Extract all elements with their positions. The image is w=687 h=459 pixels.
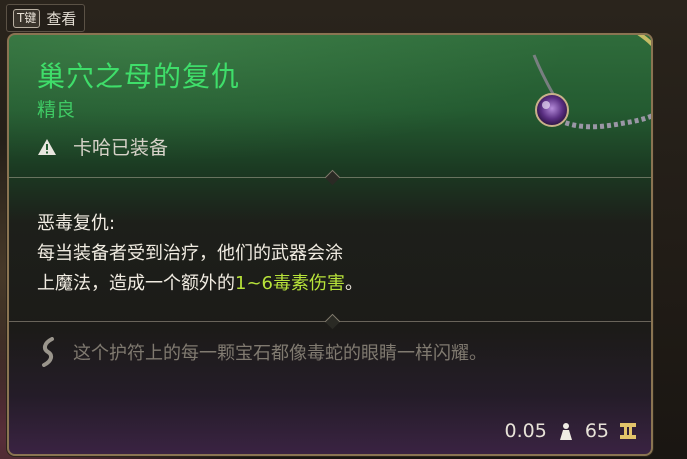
gold-icon bbox=[620, 423, 636, 439]
item-rarity: 精良 bbox=[37, 99, 76, 121]
section-divider bbox=[9, 169, 651, 186]
inspect-label: 查看 bbox=[46, 9, 77, 28]
gold-value: 65 bbox=[584, 420, 609, 442]
amulet-image bbox=[532, 35, 651, 130]
warning-icon bbox=[38, 138, 56, 155]
item-name: 巢穴之母的复仇 bbox=[37, 60, 241, 93]
section-divider bbox=[9, 313, 651, 330]
weight-icon bbox=[559, 423, 572, 440]
weight-value: 0.05 bbox=[504, 420, 547, 442]
damage-highlight: 1~6毒素伤害 bbox=[235, 273, 345, 294]
key-t-badge: T键 bbox=[13, 8, 41, 28]
effect-line-2: 上魔法，造成一个额外的1~6毒素伤害。 bbox=[37, 273, 363, 294]
inspect-hint[interactable]: T键 查看 bbox=[6, 4, 86, 32]
effect-name: 恶毒复仇: bbox=[37, 213, 116, 234]
effect-line-1: 每当装备者受到治疗，他们的武器会涂 bbox=[37, 243, 343, 264]
flavor-text: 这个护符上的每一颗宝石都像毒蛇的眼睛一样闪耀。 bbox=[73, 343, 487, 364]
equipped-status: 卡哈已装备 bbox=[37, 133, 168, 160]
item-tooltip: 巢穴之母的复仇 精良 卡哈已装备 恶毒复仇: 每当装备者受到治疗，他们的武器会涂… bbox=[7, 33, 653, 456]
flavor-text-row: 这个护符上的每一颗宝石都像毒蛇的眼睛一样闪耀。 bbox=[37, 337, 487, 367]
feather-icon bbox=[42, 337, 54, 367]
equipped-text: 卡哈已装备 bbox=[73, 137, 169, 159]
effect-description: 恶毒复仇: 每当装备者受到治疗，他们的武器会涂 上魔法，造成一个额外的1~6毒素… bbox=[37, 209, 363, 299]
item-stats: 0.05 65 bbox=[505, 420, 638, 442]
